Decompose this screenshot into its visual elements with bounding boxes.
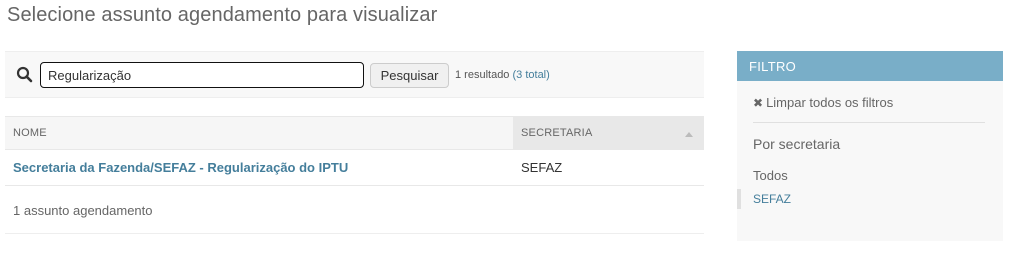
filter-section-title: Por secretaria — [753, 136, 841, 152]
column-header-secretaria-label: SECRETARIA — [521, 127, 593, 139]
cell-nome: Secretaria da Fazenda/SEFAZ - Regulariza… — [5, 149, 513, 186]
search-input[interactable] — [40, 62, 364, 88]
clear-filters-label: Limpar todos os filtros — [766, 95, 894, 110]
filter-divider — [753, 122, 985, 123]
page-title: Selecione assunto agendamento para visua… — [7, 4, 438, 26]
results-table: NOME SECRETARIA Secretaria da Fazenda/SE… — [5, 116, 704, 186]
search-toolbar: Pesquisar 1 resultado (3 total) — [5, 51, 704, 98]
search-button[interactable]: Pesquisar — [370, 63, 449, 88]
row-link-nome[interactable]: Secretaria da Fazenda/SEFAZ - Regulariza… — [13, 160, 348, 175]
clear-x-icon: ✖ — [753, 96, 764, 110]
selected-filter-marker — [737, 189, 741, 209]
result-count: 1 resultado (3 total) — [455, 69, 550, 81]
clear-filters-link[interactable]: ✖ Limpar todos os filtros — [753, 95, 893, 110]
filter-option-todos[interactable]: Todos — [753, 168, 788, 183]
search-icon — [16, 66, 33, 83]
sort-ascending-icon[interactable] — [685, 132, 693, 137]
filter-header: FILTRO — [737, 51, 1003, 81]
result-count-text: 1 resultado — [455, 69, 510, 81]
table-row: Secretaria da Fazenda/SEFAZ - Regulariza… — [5, 149, 704, 186]
column-header-nome[interactable]: NOME — [5, 116, 513, 150]
column-header-secretaria[interactable]: SECRETARIA — [513, 116, 704, 150]
filter-option-sefaz[interactable]: SEFAZ — [753, 192, 791, 206]
total-results-link[interactable]: (3 total) — [513, 69, 550, 81]
result-footer-count: 1 assunto agendamento — [5, 186, 704, 234]
cell-secretaria: SEFAZ — [513, 149, 704, 186]
filter-panel: FILTRO ✖ Limpar todos os filtros Por secr… — [737, 51, 1003, 241]
